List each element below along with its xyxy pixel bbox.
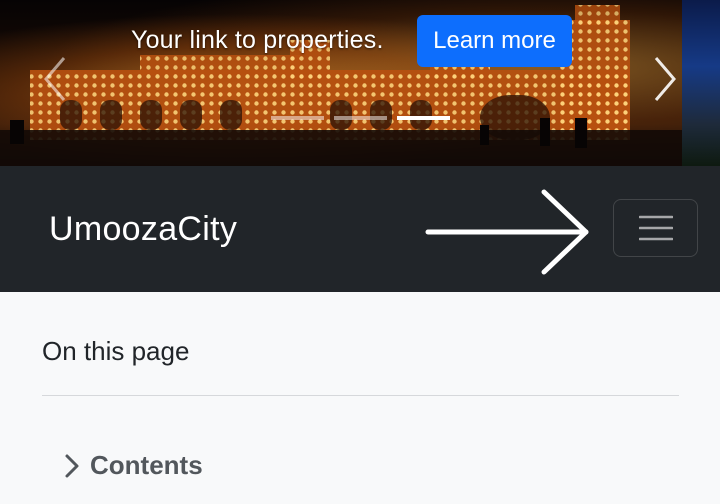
- hamburger-menu-icon: [638, 215, 673, 241]
- arrow-right-icon: [425, 189, 589, 275]
- navbar-brand[interactable]: UmoozaCity: [49, 210, 237, 249]
- carousel-prev-button[interactable]: [38, 56, 72, 102]
- carousel-caption-text: Your link to properties.: [131, 26, 384, 54]
- carousel-next-button[interactable]: [648, 56, 682, 102]
- divider: [42, 395, 679, 396]
- carousel-indicator-1[interactable]: [271, 116, 324, 120]
- learn-more-button[interactable]: Learn more: [417, 15, 572, 67]
- on-this-page-section: On this page Contents: [0, 292, 720, 504]
- carousel-indicators: [271, 116, 450, 120]
- on-this-page-heading: On this page: [42, 336, 190, 366]
- carousel-caption: Your link to properties. Learn more: [0, 15, 682, 67]
- contents-label: Contents: [90, 450, 203, 480]
- navbar-toggler-button[interactable]: [613, 199, 698, 257]
- next-slide-preview: [682, 0, 720, 166]
- chevron-right-icon: [654, 57, 676, 101]
- carousel-indicator-3[interactable]: [397, 116, 450, 120]
- hero-carousel: Your link to properties. Learn more: [0, 0, 720, 166]
- chevron-left-icon: [44, 57, 66, 101]
- carousel-indicator-2[interactable]: [334, 116, 387, 120]
- contents-toggle[interactable]: Contents: [64, 450, 203, 481]
- navbar: UmoozaCity: [0, 166, 720, 292]
- chevron-right-icon: [65, 454, 79, 477]
